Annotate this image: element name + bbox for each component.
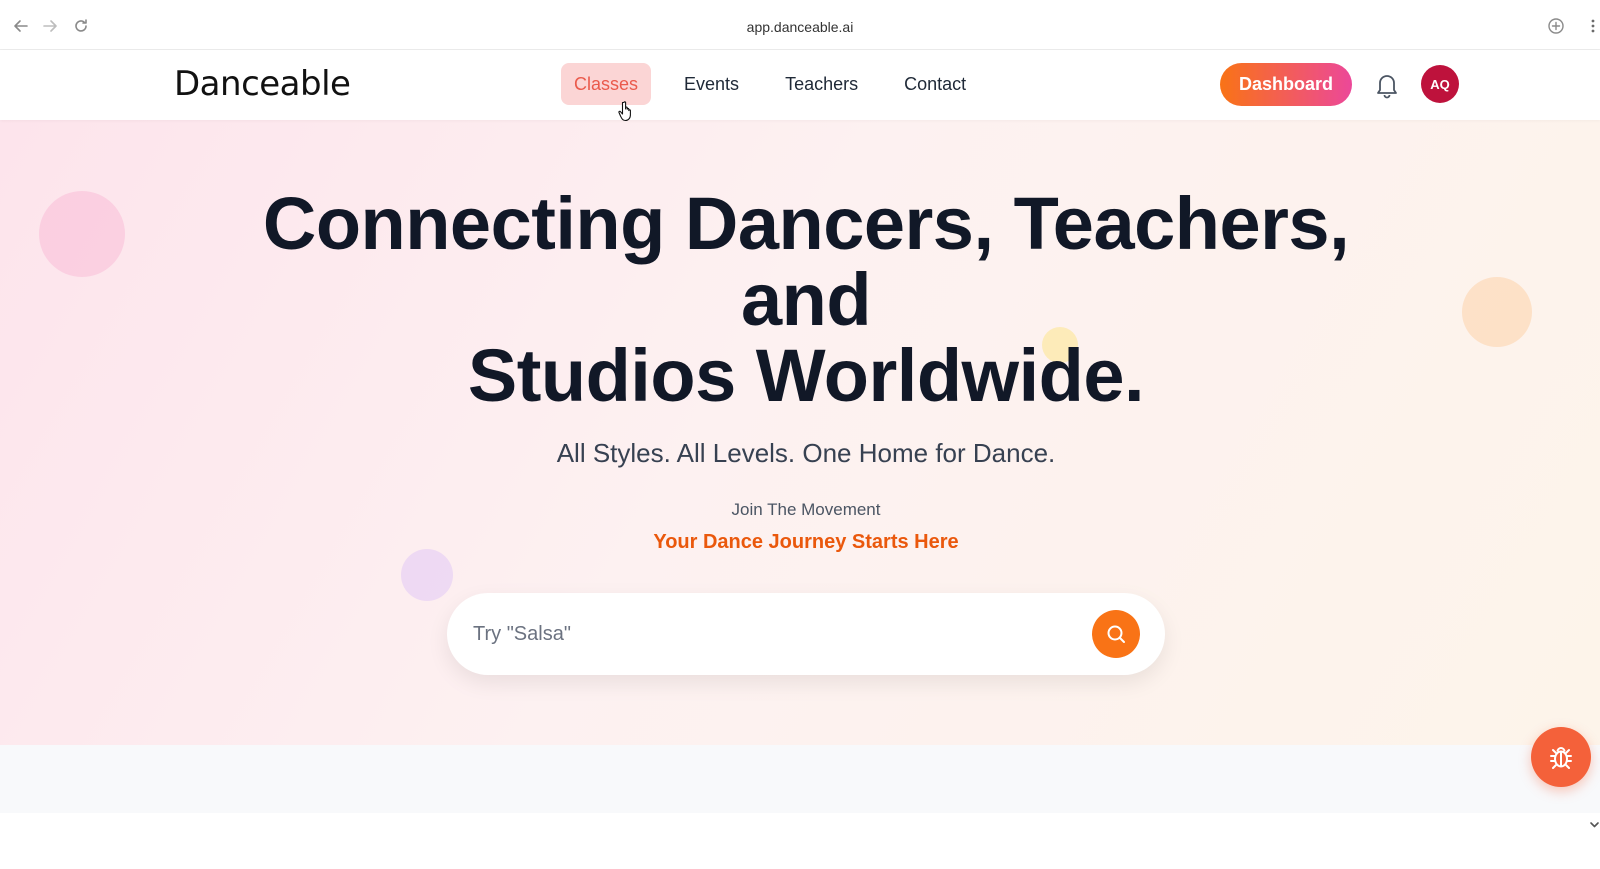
bug-report-button[interactable] [1531, 727, 1591, 787]
dashboard-button[interactable]: Dashboard [1220, 63, 1352, 106]
hero-headline: Connecting Dancers, Teachers, and Studio… [0, 186, 1600, 414]
headline-line-2: and [740, 258, 872, 341]
nav-item-contact[interactable]: Contact [891, 63, 979, 105]
hero-section: Connecting Dancers, Teachers, and Studio… [0, 120, 1600, 745]
search-bar [447, 593, 1165, 675]
hero-tagline: Your Dance Journey Starts Here [653, 531, 959, 553]
search-icon [1107, 625, 1125, 643]
hero-kicker: Join The Movement [731, 500, 881, 519]
browser-toolbar: app.danceable.ai [0, 0, 1600, 50]
nav-item-events[interactable]: Events [671, 63, 752, 105]
content-section [0, 745, 1600, 813]
hero-subheadline: All Styles. All Levels. One Home for Dan… [556, 438, 1056, 468]
avatar[interactable]: AQ [1421, 65, 1459, 103]
search-input[interactable] [473, 613, 1033, 655]
brand-logo[interactable]: Danceable [174, 64, 351, 104]
hand-cursor-icon [618, 100, 636, 122]
bell-icon[interactable] [1374, 71, 1400, 99]
address-bar[interactable]: app.danceable.ai [0, 19, 1600, 35]
headline-line-1: Connecting Dancers, Teachers, [262, 182, 1350, 265]
decor-bubble [401, 549, 453, 601]
nav-item-classes[interactable]: Classes [561, 63, 652, 105]
headline-line-3: Studios Worldwide. [467, 334, 1145, 417]
main-navigation: Classes Events Teachers Contact [561, 63, 999, 105]
site-header: Danceable Classes Events Teachers Contac… [0, 50, 1600, 120]
bug-icon [1550, 747, 1572, 769]
search-button[interactable] [1092, 610, 1140, 658]
chevron-down-icon[interactable] [1589, 818, 1600, 832]
install-icon[interactable] [1547, 17, 1565, 35]
nav-item-teachers[interactable]: Teachers [772, 63, 871, 105]
kebab-menu-icon[interactable] [1584, 17, 1600, 35]
